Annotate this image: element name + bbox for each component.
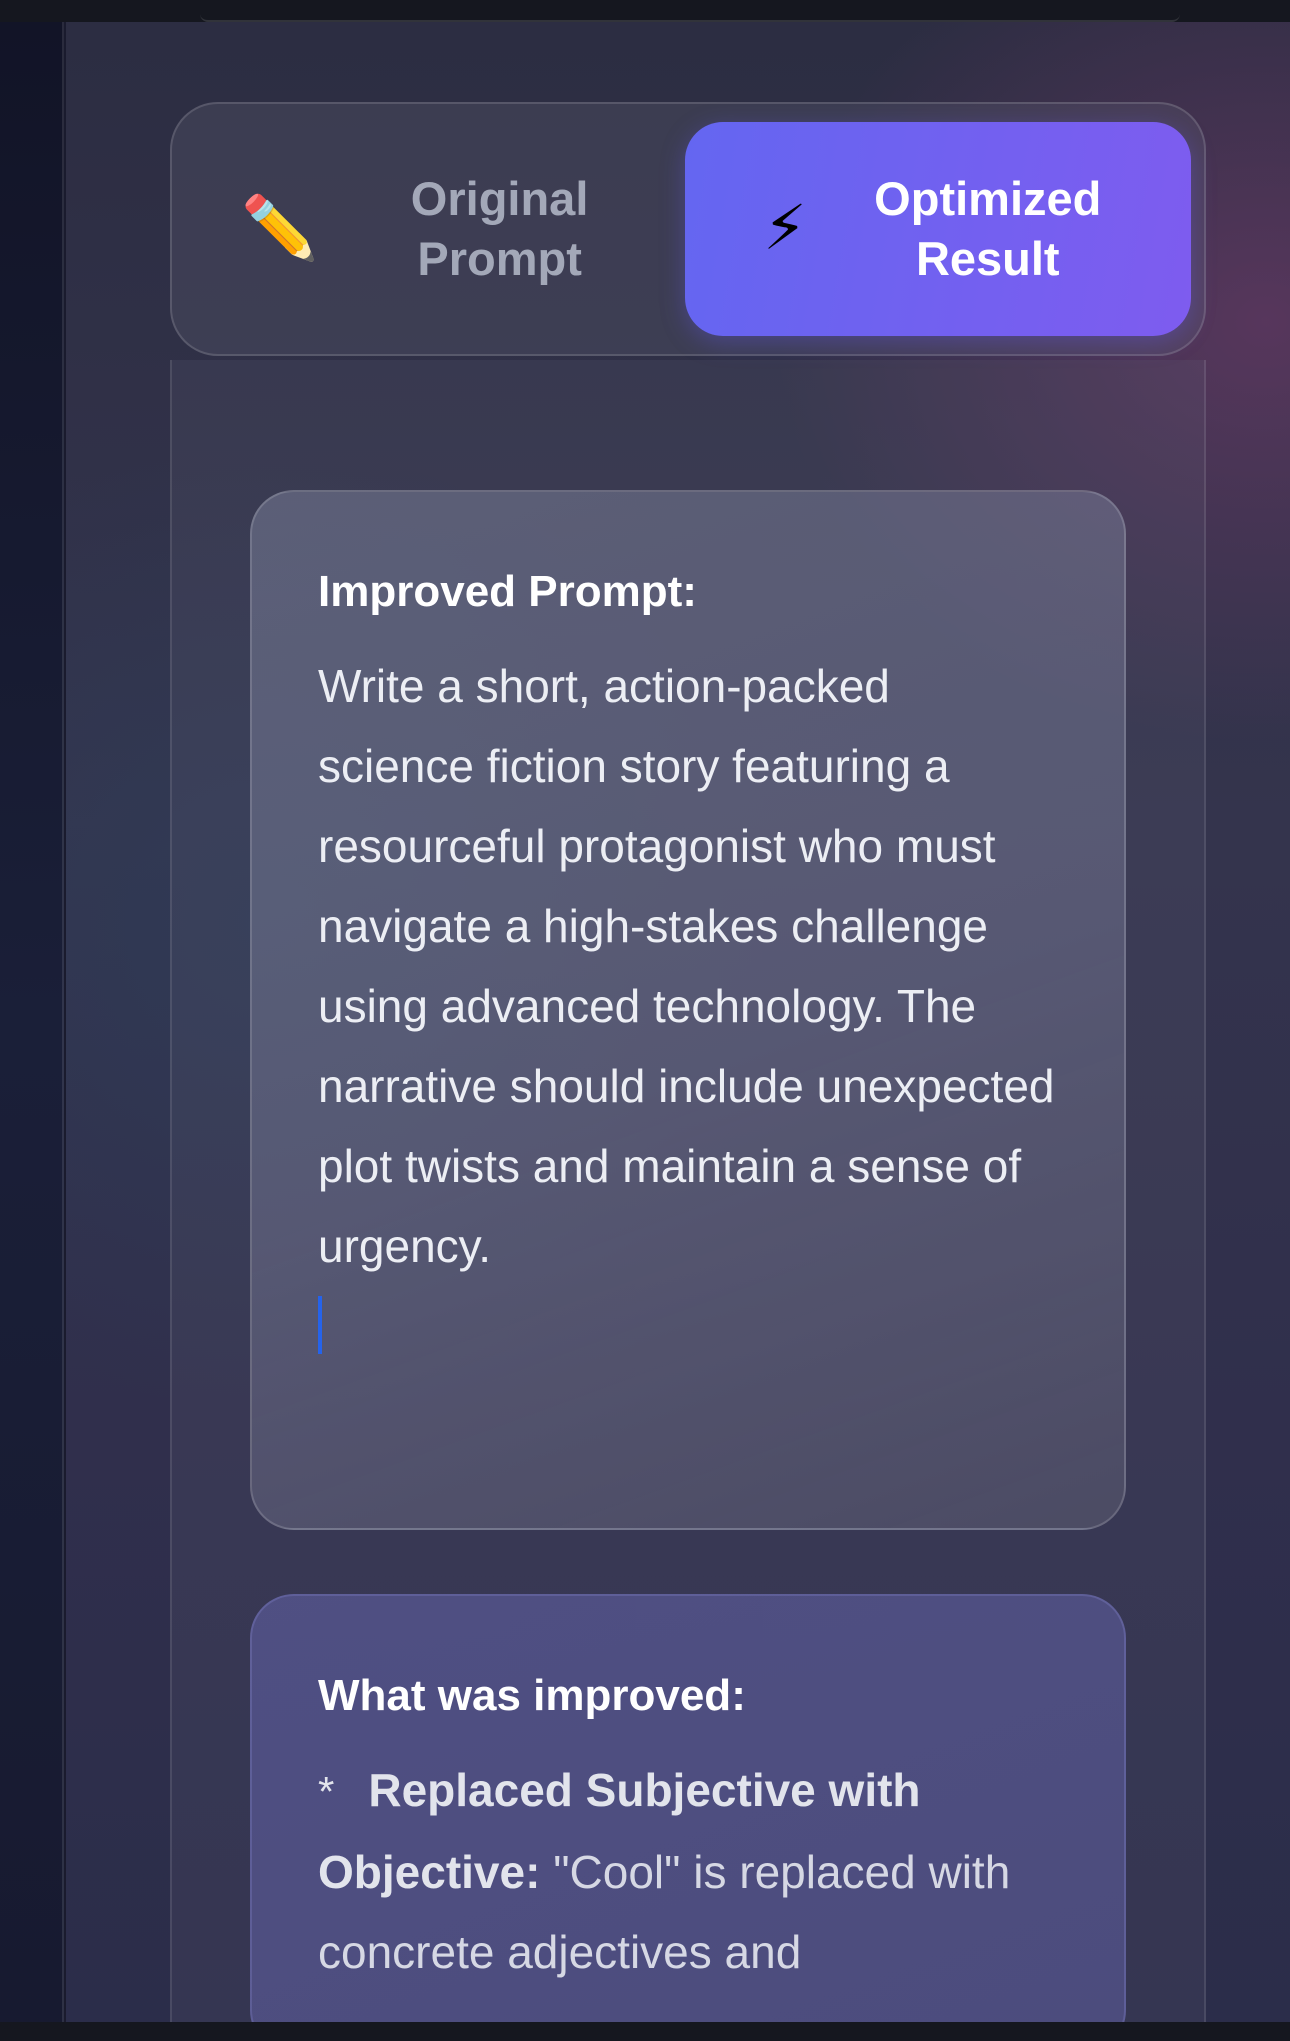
what-improved-heading: What was improved:	[318, 1671, 746, 1720]
tab-original-prompt[interactable]: ✏️ Original Prompt	[190, 122, 676, 336]
what-improved-card: What was improved: * Replaced Subjective …	[250, 1594, 1126, 2041]
bottom-bar	[0, 2022, 1290, 2041]
improved-prompt-card: Improved Prompt: Write a short, action-p…	[250, 490, 1126, 1530]
improved-prompt-text[interactable]: Write a short, action-packed science fic…	[318, 646, 1058, 1286]
top-bar	[0, 0, 1290, 22]
tab-optimized-label: Optimized Result	[874, 172, 1102, 285]
text-cursor	[318, 1296, 322, 1354]
bullet-marker: *	[318, 1768, 335, 1815]
tab-original-label: Original Prompt	[410, 172, 589, 285]
tab-optimized-result[interactable]: ⚡ Optimized Result	[685, 122, 1191, 336]
top-panel-edge	[200, 14, 1180, 22]
list-item: * Replaced Subjective with Objective: "Co…	[318, 1750, 1058, 1992]
left-rail	[0, 22, 64, 2022]
improved-prompt-heading: Improved Prompt:	[318, 567, 697, 616]
lightning-icon: ⚡	[763, 194, 807, 263]
pencil-icon: ✏️	[241, 194, 319, 263]
tab-switcher: ✏️ Original Prompt ⚡ Optimized Result	[170, 102, 1206, 356]
